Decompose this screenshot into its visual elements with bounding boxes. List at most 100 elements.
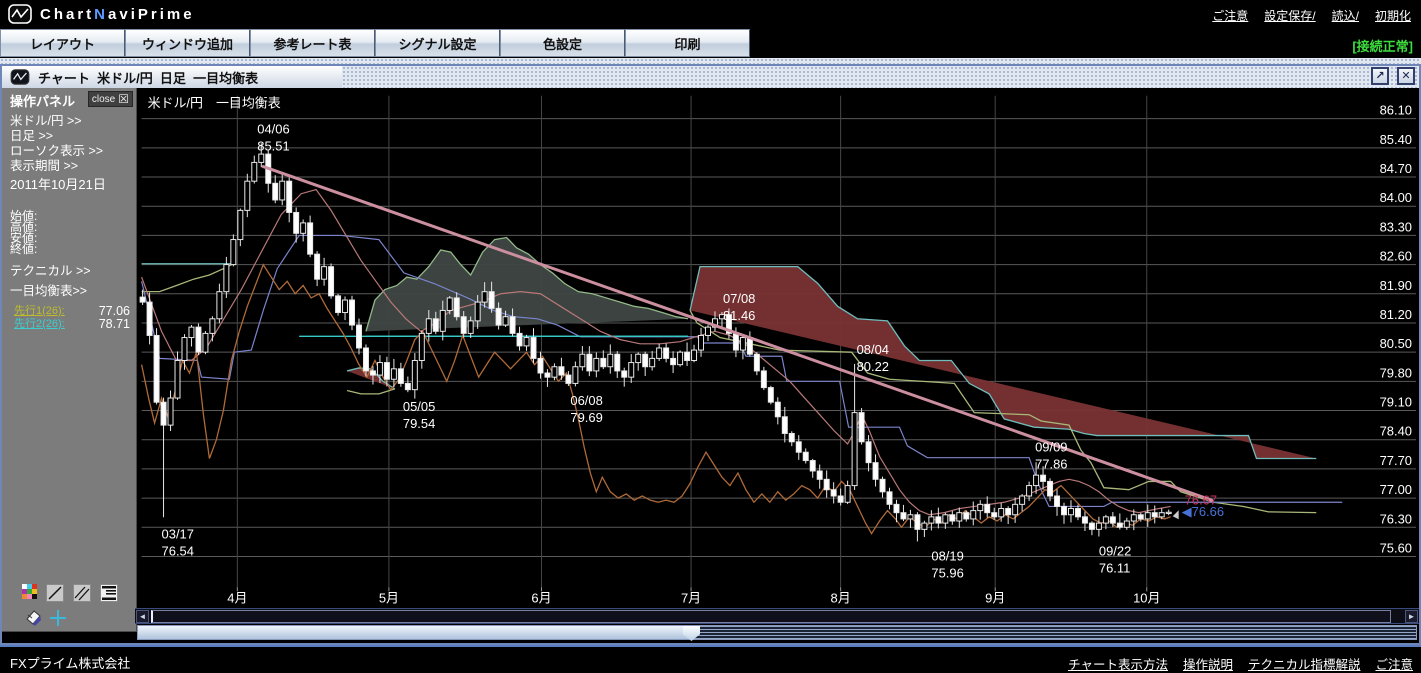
scrollbar-thumb[interactable] [151, 610, 1391, 623]
status-bar: FXプライム株式会社 チャート表示方法操作説明テクニカル指標解説ご注意 [0, 645, 1421, 672]
control-panel: 操作パネル close ☒ 米ドル/円 >>日足 >>ローソク表示 >>表示期間… [2, 88, 137, 632]
chart-horizontal-scrollbar[interactable]: ◄ ► [135, 608, 1419, 624]
chart-annotation-price-1: 85.51 [257, 139, 289, 154]
wave-logo-icon [8, 4, 32, 24]
chart-annotation-date-6: 08/19 [931, 548, 963, 563]
chart-annotation-price-6: 75.96 [931, 565, 963, 580]
panel-date: 2011年10月21日 [2, 174, 136, 193]
slider-fill [138, 626, 690, 639]
svg-text:7月: 7月 [681, 590, 701, 605]
panel-title: 操作パネル [10, 94, 75, 109]
eraser-tool[interactable] [24, 609, 42, 627]
chart-title: 米ドル/円 一目均衡表 [148, 96, 281, 111]
svg-text:80.50: 80.50 [1380, 336, 1412, 351]
menu-button-3[interactable]: シグナル設定 [375, 29, 500, 57]
ohlc-label-3: 終値: [2, 244, 136, 255]
scroll-right-button[interactable]: ► [1405, 610, 1418, 623]
svg-text:84.00: 84.00 [1380, 190, 1412, 205]
svg-text:84.70: 84.70 [1380, 161, 1412, 176]
svg-text:79.80: 79.80 [1380, 365, 1412, 380]
panel-item-indicator[interactable]: 一目均衡表>> [2, 283, 136, 300]
menu-button-2[interactable]: 参考レート表 [250, 29, 375, 57]
svg-text:78.40: 78.40 [1380, 424, 1412, 439]
chart-annotation-date-8: 09/22 [1099, 543, 1131, 558]
panel-item-technical[interactable]: テクニカル >> [2, 263, 136, 280]
app-title: ChartNaviPrime [40, 6, 195, 23]
top-link-2[interactable]: 読込/ [1332, 7, 1359, 24]
senkou-link-1[interactable]: 先行2(26): [14, 318, 65, 331]
footer-link-0[interactable]: チャート表示方法 [1068, 654, 1168, 673]
window-maximize-button[interactable]: ↗ [1371, 67, 1389, 85]
menu-button-0[interactable]: レイアウト [0, 29, 125, 57]
parallel-lines-tool[interactable] [73, 584, 91, 602]
svg-text:79.10: 79.10 [1380, 395, 1412, 410]
chart-annotation-price-5: 80.22 [857, 359, 889, 374]
panel-close-button[interactable]: close ☒ [88, 91, 133, 107]
chart-annotation-price-0: 76.54 [162, 543, 194, 558]
svg-text:86.10: 86.10 [1380, 103, 1412, 118]
footer-link-1[interactable]: 操作説明 [1183, 654, 1233, 673]
svg-text:81.20: 81.20 [1380, 307, 1412, 322]
menu-button-4[interactable]: 色設定 [500, 29, 625, 57]
top-link-3[interactable]: 初期化 [1375, 7, 1411, 24]
chart-annotation-price-2: 79.54 [403, 416, 435, 431]
footer-link-2[interactable]: テクニカル指標解説 [1248, 654, 1361, 673]
chart-annotation-price-7: 77.86 [1035, 457, 1067, 472]
panel-item-1[interactable]: 日足 >> [2, 129, 136, 144]
period-slider[interactable] [137, 625, 1417, 640]
crosshair-tool[interactable] [49, 609, 67, 627]
line-tool[interactable] [46, 584, 64, 602]
price-chart: 86.10 85.40 84.70 84.00 83.30 82.60 81.90 81.20… [2, 88, 1419, 608]
svg-text:9月: 9月 [985, 590, 1005, 605]
menu-bar: レイアウトウィンドウ追加参考レート表シグナル設定色設定印刷 [接続正常] [0, 29, 1421, 58]
drawing-tools-row1 [22, 584, 118, 602]
menu-button-1[interactable]: ウィンドウ追加 [125, 29, 250, 57]
close-icon: ☒ [118, 93, 129, 105]
svg-text:6月: 6月 [531, 590, 551, 605]
chart-window: チャート 米ドル/円 日足 一目均衡表 ↗ ✕ 86.1085.4084.708… [0, 64, 1421, 645]
svg-text:81.90: 81.90 [1380, 278, 1412, 293]
chart-annotation-date-4: 07/08 [723, 291, 755, 306]
window-titlebar[interactable]: チャート 米ドル/円 日足 一目均衡表 ↗ ✕ [2, 66, 1419, 88]
trend-line [263, 167, 1211, 501]
top-link-1[interactable]: 設定保存/ [1264, 7, 1315, 24]
svg-text:4月: 4月 [227, 590, 247, 605]
panel-item-0[interactable]: 米ドル/円 >> [2, 114, 136, 129]
scroll-left-button[interactable]: ◄ [136, 610, 149, 623]
svg-text:85.40: 85.40 [1380, 132, 1412, 147]
chart-annotation-price-8: 76.11 [1099, 560, 1130, 575]
senkou-link-0[interactable]: 先行1(26): [14, 305, 65, 318]
senkou-value-1: 78.71 [99, 318, 130, 331]
panel-item-2[interactable]: ローソク表示 >> [2, 144, 136, 159]
company-name: FXプライム株式会社 [10, 653, 130, 672]
footer-link-3[interactable]: ご注意 [1375, 654, 1413, 673]
chart-annotation-price-4: 81.46 [723, 308, 755, 323]
window-close-button[interactable]: ✕ [1397, 67, 1415, 85]
top-link-0[interactable]: ご注意 [1212, 7, 1248, 24]
menu-button-5[interactable]: 印刷 [625, 29, 750, 57]
chart-annotation-date-1: 04/06 [257, 122, 289, 137]
svg-text:82.60: 82.60 [1380, 249, 1412, 264]
svg-text:10月: 10月 [1133, 590, 1160, 605]
panel-item-3[interactable]: 表示期間 >> [2, 159, 136, 174]
menu-buttons: レイアウトウィンドウ追加参考レート表シグナル設定色設定印刷 [0, 29, 750, 57]
window-wave-icon [10, 69, 30, 85]
chart-annotation-date-7: 09/09 [1035, 440, 1067, 455]
text-note-tool[interactable] [100, 584, 118, 602]
color-palette-tool[interactable] [22, 584, 37, 599]
app-logo: ChartNaviPrime [8, 4, 195, 24]
chart-annotation-date-2: 05/05 [403, 399, 435, 414]
connection-status: [接続正常] [1352, 36, 1413, 55]
svg-text:77.70: 77.70 [1380, 453, 1412, 468]
panel-close-label: close [92, 94, 115, 105]
svg-text:76.30: 76.30 [1380, 511, 1412, 526]
top-bar: ChartNaviPrime ご注意設定保存/読込/初期化 [0, 0, 1421, 29]
current-price-marker: ◀76.66 [1182, 504, 1224, 519]
chart-annotation-date-5: 08/04 [857, 342, 889, 357]
chart-annotation-price-3: 79.69 [570, 410, 602, 425]
footer-links: チャート表示方法操作説明テクニカル指標解説ご注意 [1068, 654, 1413, 673]
chart-annotation-date-0: 03/17 [162, 526, 194, 541]
svg-text:83.30: 83.30 [1380, 219, 1412, 234]
svg-text:8月: 8月 [831, 590, 851, 605]
drawing-tools-row2 [24, 609, 67, 627]
